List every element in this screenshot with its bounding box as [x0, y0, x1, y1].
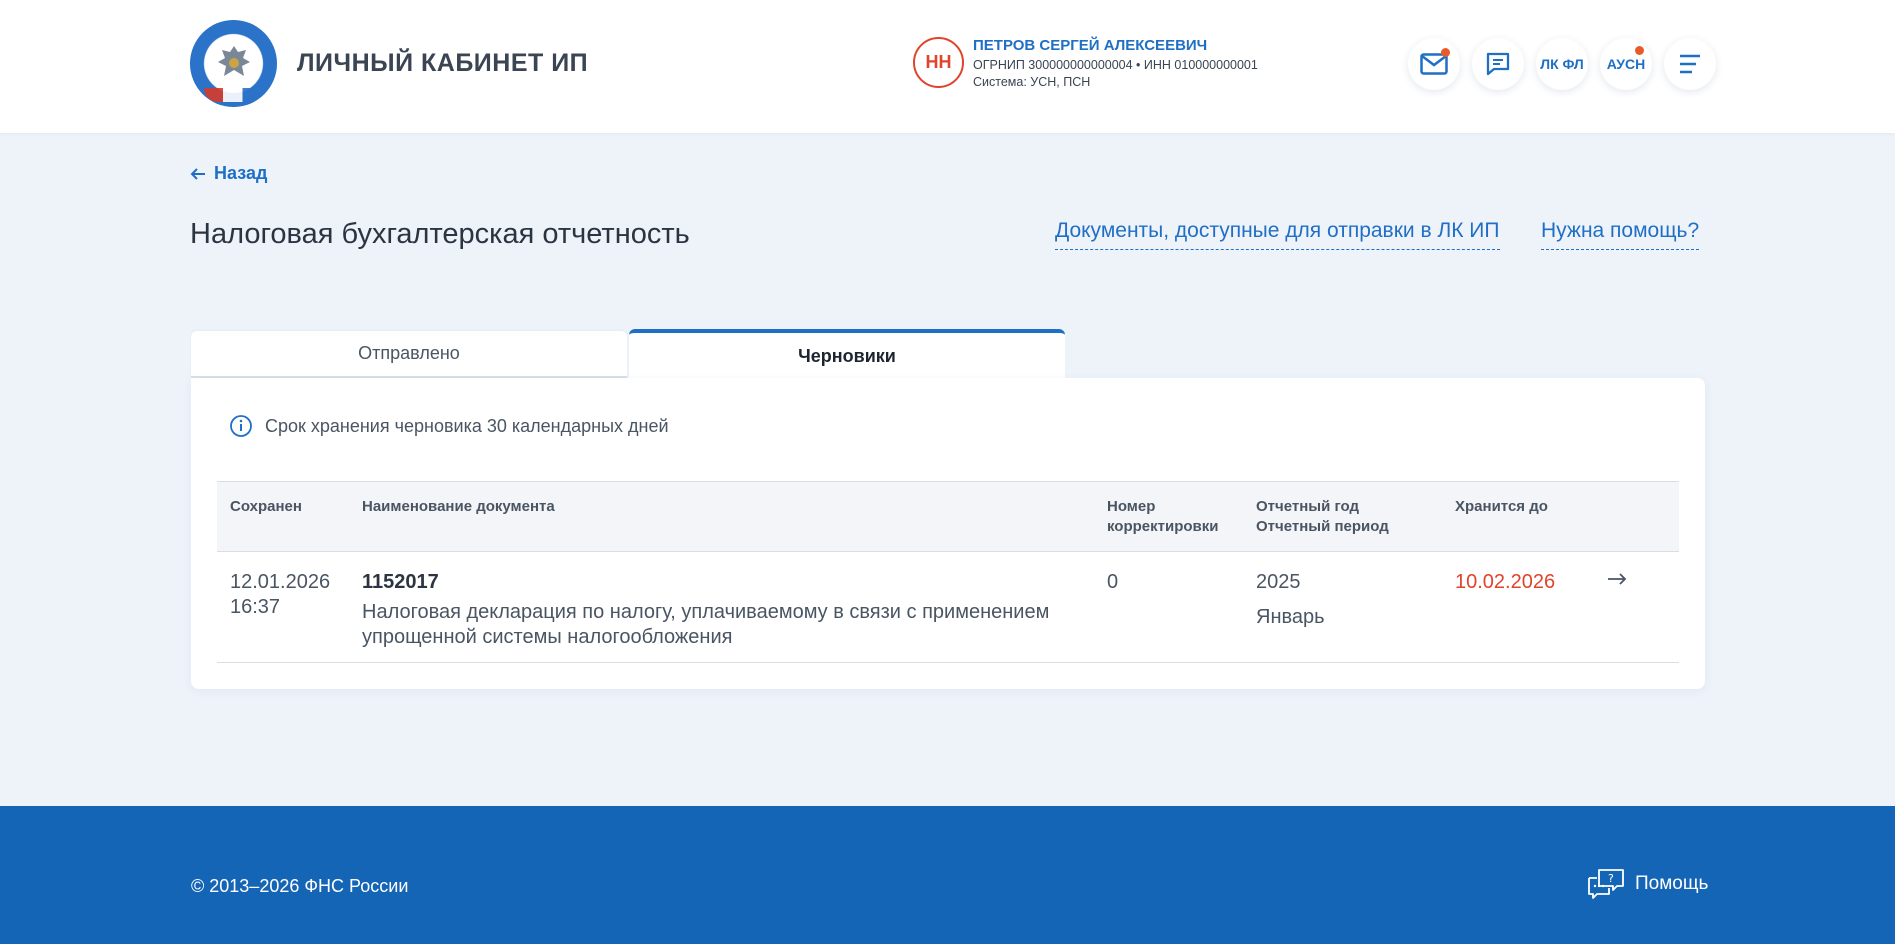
- chat-icon: [1486, 52, 1510, 76]
- arrow-left-icon: [190, 167, 205, 180]
- lkfl-button[interactable]: ЛК ФЛ: [1536, 38, 1588, 90]
- col-period-line2: Отчетный период: [1256, 518, 1389, 535]
- saved-cell: 12.01.2026 16:37: [230, 570, 330, 620]
- col-period-line1: Отчетный год: [1256, 498, 1360, 515]
- saved-time: 16:37: [230, 596, 281, 618]
- ausn-button[interactable]: АУСН: [1600, 38, 1652, 90]
- footer: © 2013–2026 ФНС России ? Помощь: [0, 806, 1895, 944]
- report-year: 2025: [1256, 571, 1301, 593]
- back-link[interactable]: Назад: [190, 163, 267, 184]
- col-document-name: Наименование документа: [362, 498, 555, 515]
- footer-help-link[interactable]: ? Помощь: [1587, 868, 1708, 900]
- page-title: Налоговая бухгалтерская отчетность: [190, 218, 690, 250]
- stored-until-date: 10.02.2026: [1455, 571, 1556, 593]
- logo-ribbon: [204, 88, 262, 102]
- col-saved: Сохранен: [230, 498, 302, 515]
- col-period: Отчетный год Отчетный период: [1256, 497, 1389, 537]
- user-ids: ОГРНИП 300000000000004 • ИНН 01000000000…: [973, 58, 1258, 72]
- col-stored-until: Хранится до: [1455, 498, 1548, 515]
- lkfl-label: ЛК ФЛ: [1540, 56, 1584, 72]
- retention-notice: Срок хранения черновика 30 календарных д…: [229, 414, 669, 438]
- col-correction-line1: Номер: [1107, 498, 1156, 515]
- table-row[interactable]: 12.01.2026 16:37 1152017 Налоговая декла…: [217, 552, 1679, 663]
- retention-notice-text: Срок хранения черновика 30 календарных д…: [265, 415, 669, 436]
- mail-button[interactable]: [1408, 38, 1460, 90]
- menu-icon: [1680, 54, 1700, 74]
- menu-button[interactable]: [1664, 38, 1716, 90]
- drafts-panel: Срок хранения черновика 30 календарных д…: [191, 378, 1705, 689]
- copyright: © 2013–2026 ФНС России: [191, 876, 409, 896]
- document-description-line2: упрощенной системы налогообложения: [362, 626, 733, 648]
- document-description-line1: Налоговая декларация по налогу, уплачива…: [362, 601, 1050, 623]
- saved-date: 12.01.2026: [230, 571, 331, 593]
- notification-dot: [1441, 48, 1450, 57]
- document-cell: 1152017 Налоговая декларация по налогу, …: [362, 570, 1049, 650]
- header-actions: ЛК ФЛ АУСН: [1408, 38, 1716, 90]
- report-period: Январь: [1256, 606, 1325, 628]
- available-docs-link[interactable]: Документы, доступные для отправки в ЛК И…: [1055, 219, 1500, 250]
- user-name[interactable]: ПЕТРОВ СЕРГЕЙ АЛЕКСЕЕВИЧ: [973, 37, 1258, 55]
- need-help-link[interactable]: Нужна помощь?: [1541, 219, 1700, 250]
- help-chat-icon: ?: [1588, 869, 1624, 899]
- eagle-emblem-icon: [218, 46, 250, 76]
- notification-dot: [1635, 46, 1644, 55]
- fns-logo: [190, 20, 277, 107]
- tab-sent[interactable]: Отправлено: [191, 331, 627, 378]
- app-title: ЛИЧНЫЙ КАБИНЕТ ИП: [297, 49, 589, 77]
- back-label: Назад: [214, 163, 268, 183]
- arrow-right-icon: [1608, 573, 1627, 585]
- col-correction-line2: корректировки: [1107, 518, 1219, 535]
- user-tax-system: Система: УСН, ПСН: [973, 75, 1091, 89]
- open-draft-arrow-icon[interactable]: [1607, 566, 1627, 592]
- logo-link[interactable]: ЛИЧНЫЙ КАБИНЕТ ИП: [190, 20, 588, 107]
- document-code: 1152017: [362, 571, 439, 593]
- avatar[interactable]: НН: [913, 37, 964, 88]
- col-correction: Номер корректировки: [1107, 497, 1219, 537]
- ausn-label: АУСН: [1606, 56, 1646, 72]
- period-cell: 2025 Январь: [1256, 570, 1325, 630]
- chat-button[interactable]: [1472, 38, 1524, 90]
- header: ЛИЧНЫЙ КАБИНЕТ ИП НН ПЕТРОВ СЕРГЕЙ АЛЕКС…: [0, 0, 1895, 133]
- footer-help-label: Помощь: [1635, 873, 1709, 894]
- table-header: Сохранен Наименование документа Номер ко…: [217, 481, 1679, 552]
- correction-number: 0: [1107, 571, 1119, 593]
- user-info: ПЕТРОВ СЕРГЕЙ АЛЕКСЕЕВИЧ ОГРНИП 30000000…: [973, 37, 1258, 91]
- info-icon: [230, 415, 252, 437]
- svg-text:?: ?: [1608, 872, 1614, 885]
- user-profile[interactable]: НН ПЕТРОВ СЕРГЕЙ АЛЕКСЕЕВИЧ ОГРНИП 30000…: [913, 37, 1258, 91]
- tab-drafts[interactable]: Черновики: [629, 329, 1065, 379]
